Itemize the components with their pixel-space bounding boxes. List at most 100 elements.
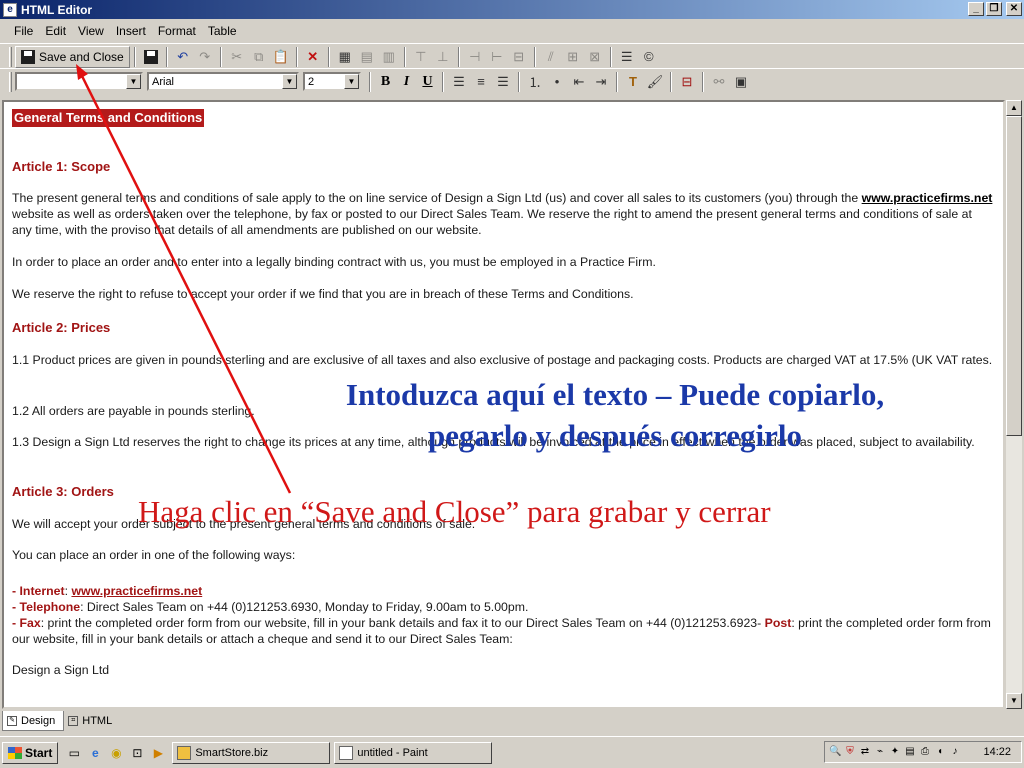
- close-button[interactable]: ✕: [1006, 2, 1022, 16]
- media-player-icon[interactable]: ▶: [150, 745, 166, 761]
- minimize-button[interactable]: _: [968, 2, 984, 16]
- menu-table[interactable]: Table: [202, 24, 243, 38]
- save-icon[interactable]: [140, 46, 162, 68]
- toolbar-grip[interactable]: [9, 71, 12, 92]
- font-select[interactable]: Arial ▼: [147, 72, 299, 91]
- start-label: Start: [25, 745, 53, 760]
- indent-icon[interactable]: ⇥: [590, 71, 612, 93]
- internet-link[interactable]: www.practicefirms.net: [71, 584, 202, 598]
- taskbar-item-smartstore[interactable]: SmartStore.biz: [172, 741, 331, 764]
- printer-icon[interactable]: ⎙: [919, 746, 931, 758]
- title-bar: e HTML Editor _ ❐ ✕: [0, 0, 1024, 19]
- numbered-list-icon[interactable]: ⒈: [524, 71, 546, 93]
- menu-insert[interactable]: Insert: [110, 24, 152, 38]
- paragraph-style-select[interactable]: ▼: [15, 72, 143, 91]
- scroll-thumb[interactable]: [1006, 116, 1022, 436]
- usb-icon[interactable]: ⌁: [874, 746, 886, 758]
- clock[interactable]: 14:22: [983, 746, 1011, 758]
- start-button[interactable]: Start: [2, 741, 59, 764]
- article-1-paragraph-1: The present general terms and conditions…: [12, 191, 993, 237]
- mouse-icon[interactable]: ◖: [934, 746, 946, 758]
- taskbar-item-paint[interactable]: untitled - Paint: [334, 741, 493, 764]
- order-method-fax-post: - Fax: print the completed order form fr…: [12, 616, 991, 646]
- chevron-down-icon[interactable]: ▼: [282, 74, 297, 89]
- toolbar-grip[interactable]: [9, 46, 12, 67]
- taskbar-item-label: SmartStore.biz: [195, 746, 269, 759]
- chevron-down-icon[interactable]: ▼: [344, 74, 359, 89]
- volume-icon[interactable]: ♪: [949, 746, 961, 758]
- insert-column-right-icon[interactable]: ⊢: [486, 46, 508, 68]
- insert-row-above-icon[interactable]: ⊤: [410, 46, 432, 68]
- taskbar: Start ▭ e ◉ ⊡ ▶ SmartStore.biz untitled …: [0, 736, 1024, 768]
- delete-row-icon[interactable]: ⊟: [508, 46, 530, 68]
- cut-icon[interactable]: ✂: [226, 46, 248, 68]
- copy-icon[interactable]: ⧉: [248, 46, 270, 68]
- article-1-paragraph-2: In order to place an order and to enter …: [12, 255, 656, 269]
- merge-cells-icon[interactable]: ⊞: [562, 46, 584, 68]
- network-icon[interactable]: ⇄: [859, 746, 871, 758]
- cell-properties-icon[interactable]: ▥: [378, 46, 400, 68]
- italic-button[interactable]: I: [396, 71, 417, 92]
- insert-image-icon[interactable]: ▣: [730, 71, 752, 93]
- save-and-close-button[interactable]: Save and Close: [15, 45, 130, 68]
- toolbar-separator: [518, 71, 520, 92]
- bold-button[interactable]: B: [375, 71, 396, 92]
- toolbar-separator: [295, 46, 298, 67]
- menu-view[interactable]: View: [72, 24, 110, 38]
- toolbar-separator: [702, 71, 704, 92]
- menu-format[interactable]: Format: [152, 24, 202, 38]
- table-properties-icon[interactable]: ▤: [356, 46, 378, 68]
- split-cell-icon[interactable]: ⊠: [584, 46, 606, 68]
- bulleted-list-icon[interactable]: •: [546, 71, 568, 93]
- outdent-icon[interactable]: ⇤: [568, 71, 590, 93]
- html-icon: ⌗: [68, 716, 79, 726]
- toolbar-separator: [327, 46, 330, 67]
- form-icon[interactable]: ☰: [616, 46, 638, 68]
- horizontal-rule-icon[interactable]: ⊟: [676, 71, 698, 93]
- practicefirms-link[interactable]: www.practicefirms.net: [862, 191, 993, 205]
- redo-icon[interactable]: ↷: [194, 46, 216, 68]
- text-color-icon[interactable]: T: [622, 71, 644, 93]
- system-tray: 🔍 ⛨ ⇄ ⌁ ✦ ▤ ⎙ ◖ ♪ 14:22: [824, 741, 1022, 763]
- font-size-select[interactable]: 2 ▼: [303, 72, 361, 91]
- shield-icon[interactable]: ⛨: [844, 746, 856, 758]
- insert-row-below-icon[interactable]: ⊥: [432, 46, 454, 68]
- toolbar-format: ▼ Arial ▼ 2 ▼ B I U ☰ ≡ ☰ ⒈ • ⇤ ⇥ T 🖌 ⊟ …: [0, 68, 1024, 94]
- instruction-overlay-red: Haga clic en “Save and Close” para graba…: [138, 494, 771, 529]
- internet-explorer-icon[interactable]: e: [87, 745, 103, 761]
- delete-icon[interactable]: ✕: [302, 46, 324, 68]
- align-left-icon[interactable]: ☰: [448, 71, 470, 93]
- special-chars-icon[interactable]: ©: [638, 46, 660, 68]
- chevron-down-icon[interactable]: ▼: [126, 74, 141, 89]
- bluetooth-icon[interactable]: ✦: [889, 746, 901, 758]
- insert-column-left-icon[interactable]: ⊣: [464, 46, 486, 68]
- instruction-overlay-blue: Intoduzca aquí el texto – Puede copiarlo…: [300, 374, 930, 456]
- paste-icon[interactable]: 📋: [270, 46, 292, 68]
- align-center-icon[interactable]: ≡: [470, 71, 492, 93]
- underline-button[interactable]: U: [417, 71, 438, 92]
- scroll-down-icon[interactable]: ▼: [1006, 693, 1022, 709]
- align-right-icon[interactable]: ☰: [492, 71, 514, 93]
- tab-html[interactable]: ⌗ HTML: [64, 711, 120, 731]
- highlight-color-icon[interactable]: 🖌: [644, 71, 666, 93]
- outlook-icon[interactable]: ◉: [108, 745, 124, 761]
- instruction-line-1: Intoduzca aquí el texto – Puede copiarlo…: [345, 377, 885, 412]
- search-icon[interactable]: 🔍: [829, 746, 841, 758]
- vertical-scrollbar[interactable]: ▲ ▼: [1006, 100, 1022, 709]
- menu-file[interactable]: File: [8, 24, 39, 38]
- maximize-button[interactable]: ❐: [986, 2, 1002, 16]
- insert-table-icon[interactable]: ▦: [334, 46, 356, 68]
- toolbar-separator: [369, 71, 371, 92]
- network-icon[interactable]: ⊡: [129, 745, 145, 761]
- toolbar-separator: [533, 46, 536, 67]
- folder-icon: [177, 745, 192, 760]
- undo-icon[interactable]: ↶: [172, 46, 194, 68]
- scroll-up-icon[interactable]: ▲: [1006, 100, 1022, 116]
- menu-edit[interactable]: Edit: [39, 24, 72, 38]
- show-desktop-icon[interactable]: ▭: [66, 745, 82, 761]
- delete-column-icon[interactable]: ⫽: [540, 46, 562, 68]
- link-icon[interactable]: ⚯: [708, 71, 730, 93]
- display-icon[interactable]: ▤: [904, 746, 916, 758]
- tab-design[interactable]: ✎ Design: [2, 711, 65, 731]
- windows-logo-icon: [8, 746, 22, 759]
